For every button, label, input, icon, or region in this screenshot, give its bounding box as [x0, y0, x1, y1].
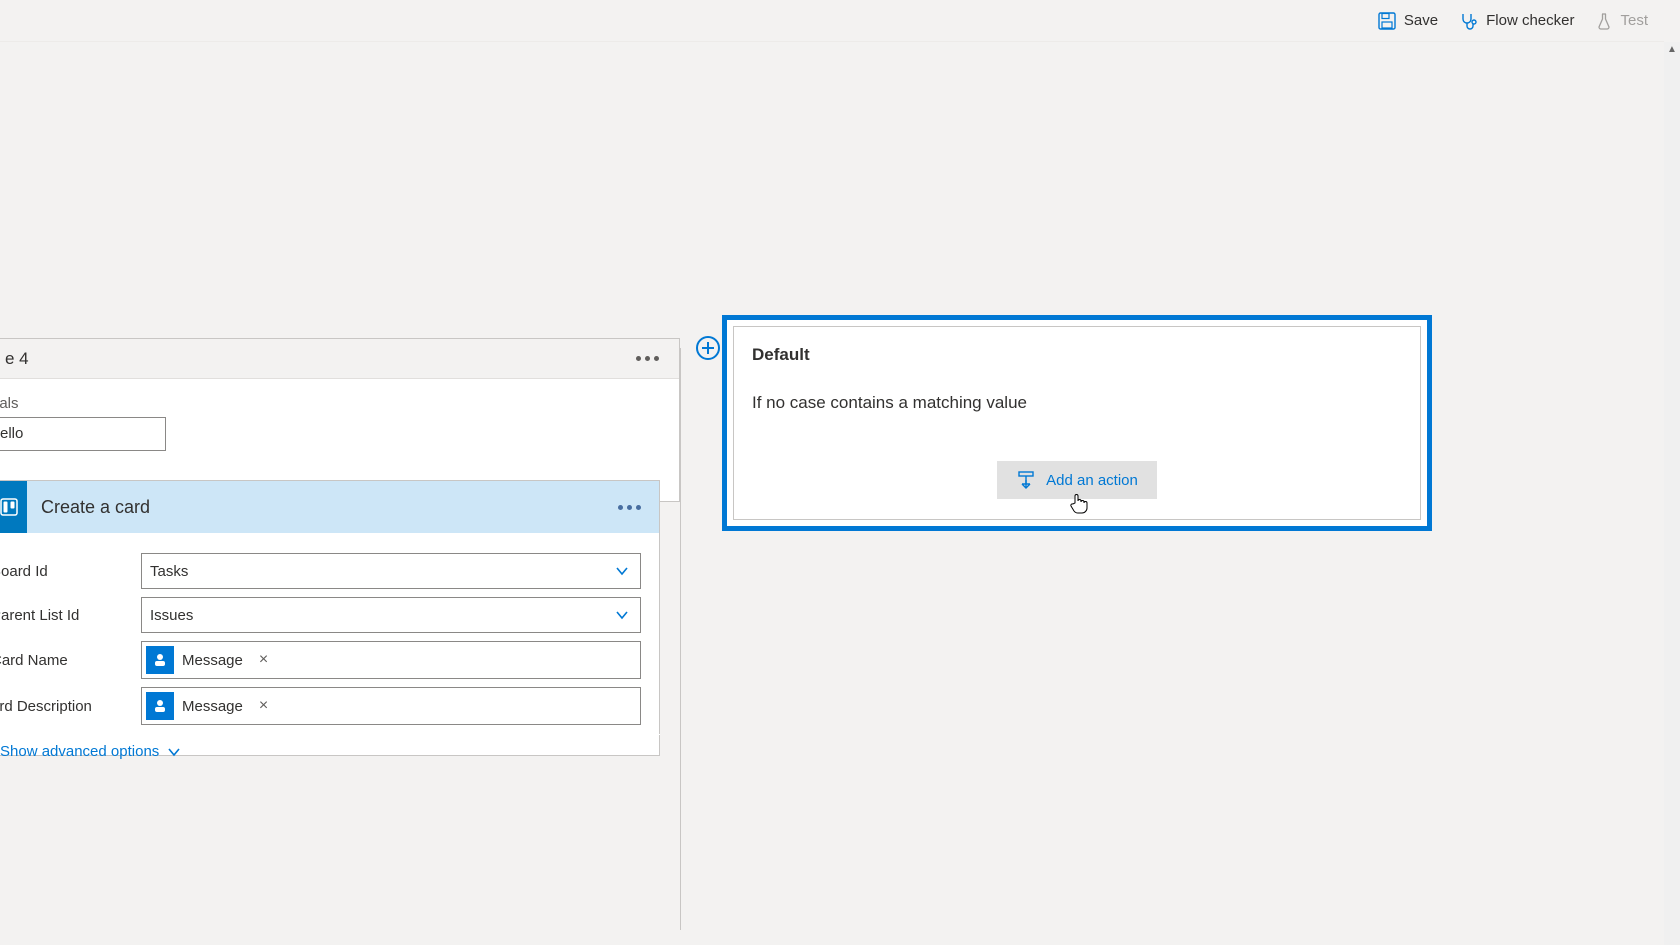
board-id-label: Board Id: [0, 563, 141, 580]
case-header[interactable]: e 4: [0, 339, 679, 379]
case-menu-button[interactable]: [630, 350, 665, 367]
default-case-card: Default If no case contains a matching v…: [722, 315, 1432, 531]
token-remove-button[interactable]: ×: [253, 651, 274, 669]
save-label: Save: [1404, 12, 1438, 29]
chevron-down-icon: [612, 608, 632, 622]
chevron-down-icon: [612, 564, 632, 578]
add-action-button[interactable]: Add an action: [997, 461, 1157, 499]
case-title: e 4: [5, 349, 630, 369]
flask-icon: [1596, 12, 1612, 30]
vertical-scrollbar[interactable]: ▲: [1664, 42, 1680, 945]
save-button[interactable]: Save: [1378, 12, 1438, 30]
equals-label: uals: [0, 395, 19, 412]
bot-icon: [146, 692, 174, 720]
trello-icon: [0, 481, 27, 533]
create-card-action: Create a card Board Id Tasks Parent List…: [0, 480, 660, 756]
case-card: e 4 uals ello: [0, 338, 680, 502]
equals-input[interactable]: ello: [0, 417, 166, 451]
action-header[interactable]: Create a card: [0, 481, 659, 533]
card-description-input[interactable]: Message ×: [141, 687, 641, 725]
token-remove-button[interactable]: ×: [253, 697, 274, 715]
dynamic-token-message: Message ×: [146, 646, 274, 674]
flow-checker-label: Flow checker: [1486, 12, 1574, 29]
action-body: Board Id Tasks Parent List Id Issues: [0, 533, 659, 755]
card-description-label: ard Description: [0, 698, 141, 715]
default-description: If no case contains a matching value: [752, 393, 1402, 413]
card-name-label: Card Name: [0, 652, 141, 669]
parent-list-id-label: Parent List Id: [0, 607, 141, 624]
connector-line: [680, 570, 681, 930]
add-action-icon: [1016, 471, 1036, 489]
default-title: Default: [752, 345, 1402, 365]
test-button[interactable]: Test: [1596, 12, 1648, 30]
card-name-input[interactable]: Message ×: [141, 641, 641, 679]
add-case-button[interactable]: [696, 336, 720, 360]
action-title: Create a card: [27, 497, 612, 518]
flow-canvas[interactable]: e 4 uals ello Create a card: [0, 42, 1664, 945]
chevron-down-icon: [167, 745, 181, 759]
parent-list-id-select[interactable]: Issues: [141, 597, 641, 633]
board-id-select[interactable]: Tasks: [141, 553, 641, 589]
bot-icon: [146, 646, 174, 674]
save-icon: [1378, 12, 1396, 30]
flow-checker-button[interactable]: Flow checker: [1460, 12, 1574, 30]
action-menu-button[interactable]: [612, 499, 647, 516]
dynamic-token-message: Message ×: [146, 692, 274, 720]
stethoscope-icon: [1460, 12, 1478, 30]
show-advanced-options-button[interactable]: Show advanced options: [0, 734, 660, 768]
toolbar: Save Flow checker Test: [0, 0, 1664, 42]
test-label: Test: [1620, 12, 1648, 29]
scroll-up-arrow[interactable]: ▲: [1664, 42, 1680, 58]
